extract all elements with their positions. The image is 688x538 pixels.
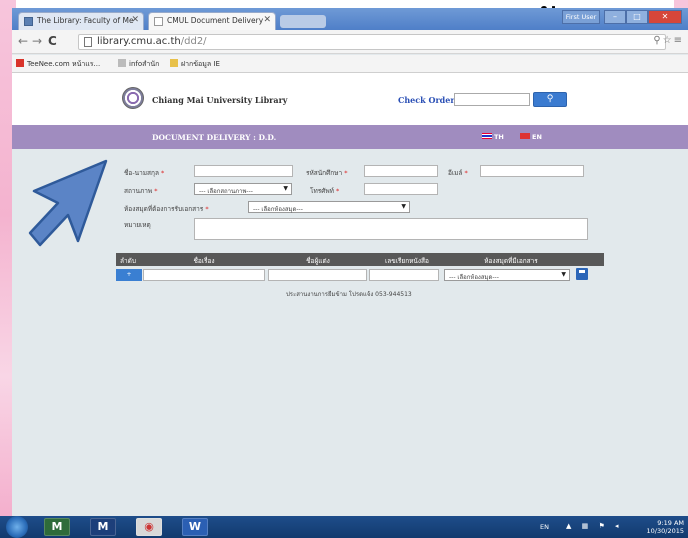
taskbar-app-icon[interactable]: M (90, 518, 116, 536)
reload-icon[interactable]: C (48, 34, 57, 48)
phone-label: โทรศัพท์ * (310, 187, 340, 195)
title-banner: DOCUMENT DELIVERY : D.D. TH EN (12, 125, 688, 149)
student-id-input[interactable] (364, 165, 438, 177)
lang-en-label: EN (532, 133, 542, 141)
contact-note: ประสานงานการยืมข้าม โปรดแจ้ง 053-944513 (286, 291, 412, 298)
page-title: DOCUMENT DELIVERY : D.D. (152, 133, 277, 142)
language-indicator[interactable]: EN (540, 523, 549, 531)
bookmark-folder[interactable]: ฝากข้อมูล IE (170, 59, 220, 70)
student-id-label: รหัสนักศึกษา * (306, 169, 348, 177)
name-label: ชื่อ-นามสกุล * (124, 169, 165, 177)
browser-window: The Library: Faculty of Me ✕ CMUL Docume… (12, 8, 688, 516)
taskbar-app-icon[interactable]: M (44, 518, 70, 536)
page-icon (84, 37, 92, 47)
clock-time: 9:19 AM (657, 519, 684, 527)
column-header: ลำดับ (120, 257, 136, 265)
save-icon[interactable] (576, 268, 588, 280)
start-button[interactable] (6, 516, 28, 538)
row-library-select[interactable]: --- เลือกห้องสมุด--- ▼ (444, 269, 570, 281)
toolbar-icons[interactable]: ⚲☆≡ (653, 35, 684, 46)
forward-icon[interactable]: → (32, 34, 42, 48)
url-path: /dd2/ (180, 36, 207, 47)
column-header: ห้องสมุดที่มีเอกสาร (484, 257, 538, 265)
column-header: เลขเรียกหนังสือ (385, 257, 429, 265)
maximize-button[interactable]: □ (626, 10, 648, 24)
chevron-down-icon: ▼ (561, 271, 566, 278)
window-controls: First User – □ ✕ (562, 10, 682, 24)
windows-taskbar: M M ◉ W EN ▲ ▦ ⚑ ◂ 9:19 AM 10/30/2015 (0, 516, 688, 538)
chevron-down-icon: ▼ (283, 185, 288, 192)
email-label: อีเมล์ * (448, 169, 468, 177)
check-order-label: Check Order (398, 95, 455, 105)
library-favicon-icon (24, 17, 33, 26)
note-label: หมายเหตุ (124, 221, 151, 229)
add-row-button[interactable]: + (116, 269, 142, 281)
title-input[interactable] (143, 269, 265, 281)
library-label: ห้องสมุดที่ต้องการรับเอกสาร * (124, 205, 209, 213)
profile-button[interactable]: First User (562, 10, 600, 24)
call-number-input[interactable] (369, 269, 439, 281)
bookmark-teenee[interactable]: TeeNee.com หน้าแร... (16, 59, 100, 70)
tab-document-delivery[interactable]: CMUL Document Delivery ✕ (148, 12, 276, 30)
tab-label: The Library: Faculty of Me (37, 16, 134, 25)
new-tab-button[interactable] (280, 15, 326, 28)
browser-toolbar: ← → C library.cmu.ac.th/dd2/ ⚲☆≡ (12, 30, 688, 54)
author-input[interactable] (268, 269, 367, 281)
back-icon[interactable]: ← (18, 34, 28, 48)
lang-th-link[interactable]: TH (482, 133, 504, 141)
name-input[interactable] (194, 165, 293, 177)
bookmark-info[interactable]: infoสำนัก (118, 59, 159, 70)
clock-date: 10/30/2015 (646, 527, 684, 535)
library-logo-icon (122, 87, 144, 109)
folder-icon (170, 59, 178, 67)
bookmark-favicon-icon (118, 59, 126, 67)
email-input[interactable] (480, 165, 584, 177)
column-header: ชื่อผู้แต่ง (306, 257, 330, 265)
page-favicon-icon (154, 17, 163, 26)
library-select[interactable]: --- เลือกห้องสมุด--- ▼ (248, 201, 410, 213)
tab-label: CMUL Document Delivery (167, 16, 264, 25)
tab-bar: The Library: Faculty of Me ✕ CMUL Docume… (12, 8, 688, 30)
bookmark-label: TeeNee.com หน้าแร... (27, 60, 101, 68)
url-host: library.cmu.ac.th (97, 36, 181, 47)
bookmark-label: ฝากข้อมูล IE (181, 60, 220, 68)
note-textarea[interactable] (194, 218, 588, 240)
close-icon[interactable]: ✕ (263, 15, 271, 25)
status-label: สถานภาพ * (124, 187, 158, 195)
phone-input[interactable] (364, 183, 438, 195)
chevron-down-icon: ▼ (401, 203, 406, 210)
address-bar[interactable]: library.cmu.ac.th/dd2/ (78, 34, 666, 50)
bookmarks-bar: TeeNee.com หน้าแร... infoสำนัก ฝากข้อมูล… (12, 55, 688, 73)
bookmark-label: infoสำนัก (129, 60, 160, 68)
items-table-header: ลำดับ ชื่อเรื่อง ชื่อผู้แต่ง เลขเรียกหนั… (116, 253, 604, 266)
close-icon[interactable]: ✕ (131, 15, 139, 25)
check-order-input[interactable] (454, 93, 530, 106)
library-header: Chiang Mai University Library Check Orde… (12, 73, 688, 125)
search-icon: ⚲ (546, 94, 554, 104)
minimize-button[interactable]: – (604, 10, 626, 24)
tab-library-faculty[interactable]: The Library: Faculty of Me ✕ (18, 12, 144, 30)
pointer-arrow-icon (26, 157, 110, 251)
close-window-button[interactable]: ✕ (648, 10, 682, 24)
bookmark-favicon-icon (16, 59, 24, 67)
chrome-icon[interactable]: ◉ (136, 518, 162, 536)
word-icon[interactable]: W (182, 518, 208, 536)
status-select[interactable]: --- เลือกสถานภาพ--- ▼ (194, 183, 292, 195)
column-header: ชื่อเรื่อง (193, 257, 215, 265)
page-content: Chiang Mai University Library Check Orde… (12, 73, 688, 516)
uk-flag-icon (520, 133, 530, 139)
thai-flag-icon (482, 133, 492, 139)
library-name: Chiang Mai University Library (152, 95, 288, 105)
clock[interactable]: 9:19 AM 10/30/2015 (647, 519, 684, 535)
lang-th-label: TH (494, 133, 504, 141)
lang-en-link[interactable]: EN (520, 133, 542, 141)
system-tray-icons[interactable]: ▲ ▦ ⚑ ◂ (566, 522, 622, 530)
check-order-search-button[interactable]: ⚲ (533, 92, 567, 107)
